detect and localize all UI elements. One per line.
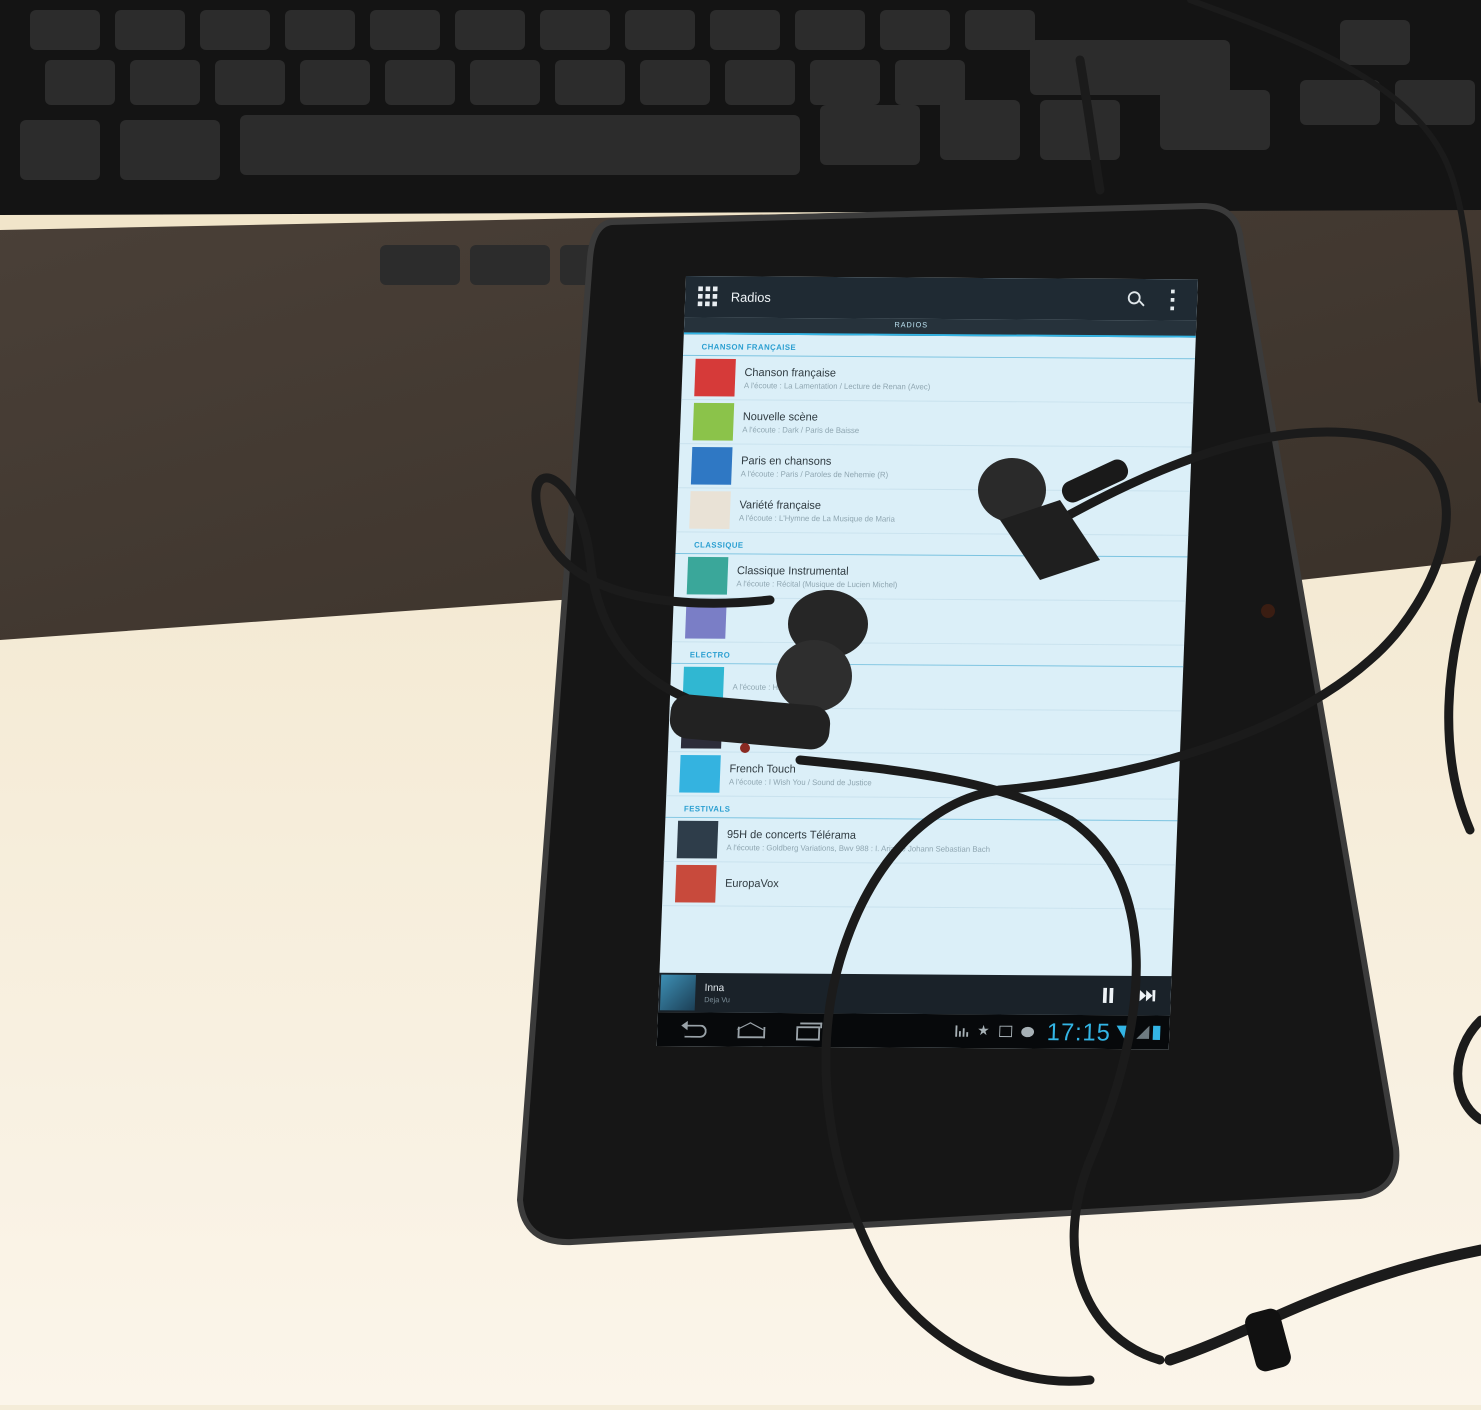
earphone-cable	[536, 0, 1481, 1381]
photo-scene: Radios RADIOS CHANSON FRANÇAISEChanson f…	[0, 0, 1481, 1405]
earbud-left	[668, 590, 868, 753]
earbud-right	[978, 456, 1131, 580]
earphones-overlay	[0, 0, 1481, 1405]
